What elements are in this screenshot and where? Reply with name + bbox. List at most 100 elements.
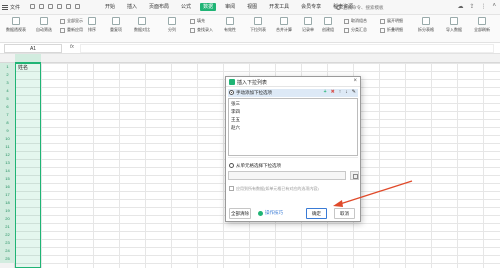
tab-formulas[interactable]: 公式 (178, 3, 194, 11)
row-number[interactable]: 8 (0, 119, 15, 127)
redo-icon[interactable] (75, 4, 80, 9)
cloud-icon[interactable]: ☁ (457, 3, 463, 10)
delete-item-icon[interactable]: ✖ (331, 90, 335, 95)
row-number[interactable]: 14 (0, 167, 15, 175)
ok-button[interactable]: 确定 (306, 208, 327, 219)
tab-developer[interactable]: 开发工具 (266, 3, 292, 11)
row-number[interactable]: 12 (0, 151, 15, 159)
row-number[interactable]: 23 (0, 239, 15, 247)
row-number[interactable]: 18 (0, 199, 15, 207)
formula-input[interactable] (80, 44, 494, 53)
duplicates-button[interactable]: 重复项 (110, 17, 122, 33)
row-number[interactable]: 21 (0, 223, 15, 231)
file-menu[interactable]: 文件 (2, 3, 20, 12)
row-number[interactable]: 16 (0, 183, 15, 191)
list-item[interactable]: 赵六 (231, 125, 240, 131)
save-icon[interactable] (30, 4, 35, 9)
row-number[interactable]: 9 (0, 127, 15, 135)
options-list[interactable]: 张三 李四 王五 赵六 (228, 98, 358, 156)
dropdown-list-button[interactable]: 下拉列表 (250, 17, 266, 33)
dialog-title-bar[interactable]: 插入下拉列表 × (226, 77, 360, 87)
row-number[interactable]: 11 (0, 143, 15, 151)
move-up-icon[interactable]: ↑ (339, 90, 342, 95)
row-number[interactable]: 25 (0, 255, 15, 263)
close-icon[interactable]: × (353, 78, 357, 84)
tab-home[interactable]: 开始 (102, 3, 118, 11)
record-form-button[interactable]: 记录单 (302, 17, 314, 33)
expand-icon (380, 18, 385, 24)
import-icon (450, 17, 458, 25)
expand-detail-button[interactable]: 展开明细 (380, 18, 403, 24)
share-icon[interactable]: ⇪ (469, 3, 474, 10)
data-compare-button[interactable]: 数据对比 (134, 17, 150, 33)
row-number[interactable]: 2 (0, 71, 15, 79)
pivot-table-button[interactable]: 数据透视表 (6, 17, 26, 33)
group-button[interactable]: 创建组 (322, 17, 334, 33)
row-number[interactable]: 6 (0, 103, 15, 111)
print-icon[interactable] (48, 4, 53, 9)
row-number[interactable]: 7 (0, 111, 15, 119)
row-number[interactable]: 19 (0, 207, 15, 215)
tab-view[interactable]: 视图 (244, 3, 260, 11)
consolidate-button[interactable]: 合并计算 (276, 17, 292, 33)
manual-option-radio[interactable] (229, 90, 234, 95)
open-icon[interactable] (39, 4, 44, 9)
row-number[interactable]: 5 (0, 95, 15, 103)
cell-option-radio[interactable] (229, 163, 234, 168)
move-down-icon[interactable]: ↓ (345, 90, 348, 95)
edit-item-icon[interactable]: ✎ (352, 90, 356, 95)
lookup-entry-button[interactable]: 查找录入 (190, 27, 213, 33)
quick-access-toolbar (30, 4, 80, 9)
list-item[interactable]: 王五 (231, 117, 240, 123)
split-table-button[interactable]: 拆分表格 (418, 17, 434, 33)
tips-link[interactable]: 操作技巧 (258, 210, 283, 216)
row-number[interactable]: 17 (0, 191, 15, 199)
more-icon[interactable]: ⋮ (480, 3, 486, 10)
subtotal-button[interactable]: 分类汇总 (344, 27, 367, 33)
collapse-detail-button[interactable]: 折叠明细 (380, 27, 403, 33)
row-number[interactable]: 13 (0, 159, 15, 167)
row-number[interactable]: 10 (0, 135, 15, 143)
cancel-button[interactable]: 取消 (334, 208, 355, 219)
collapse-ribbon-icon[interactable]: ˄ (492, 3, 496, 10)
fx-icon[interactable]: fx (70, 44, 74, 50)
row-number[interactable]: 15 (0, 175, 15, 183)
refresh-all-button[interactable]: 全部刷新 (474, 17, 490, 33)
tab-review[interactable]: 审阅 (222, 3, 238, 11)
cell-range-input[interactable] (228, 171, 346, 180)
auto-filter-button[interactable]: 自动筛选 (36, 17, 52, 33)
add-item-icon[interactable]: + (324, 90, 327, 95)
preview-icon[interactable] (57, 4, 62, 9)
command-search[interactable]: 查找命令、搜索模板 (336, 3, 396, 12)
range-select-icon[interactable] (350, 171, 359, 180)
undo-icon[interactable] (66, 4, 71, 9)
ungroup-button[interactable]: 取消组合 (344, 18, 367, 24)
name-box[interactable]: A1 (4, 44, 62, 53)
cell-a1[interactable]: 姓名 (18, 64, 28, 71)
row-number[interactable]: 3 (0, 79, 15, 87)
tab-data[interactable]: 数据 (200, 3, 217, 11)
tab-member[interactable]: 会员专享 (298, 3, 324, 11)
row-number[interactable]: 22 (0, 231, 15, 239)
show-all-button[interactable]: 全部显示 (60, 18, 83, 24)
column-a-selection[interactable] (15, 63, 41, 268)
text-to-columns-button[interactable]: 分列 (168, 17, 176, 33)
cell-option-row[interactable]: 从单元格选择下拉选项 (228, 162, 358, 170)
list-item[interactable]: 李四 (231, 109, 240, 115)
manual-option-row[interactable]: 手动添加下拉选项 + ✖ ↑ ↓ ✎ (228, 89, 358, 97)
reapply-button[interactable]: 重新应用 (60, 27, 83, 33)
column-a-header[interactable] (15, 54, 41, 63)
clear-all-button[interactable]: 全部清除 (229, 208, 251, 219)
fill-button[interactable]: 填充 (190, 18, 205, 24)
validation-button[interactable]: 有效性 (224, 17, 236, 33)
tab-insert[interactable]: 插入 (124, 3, 140, 11)
row-number[interactable]: 20 (0, 215, 15, 223)
row-number[interactable]: 24 (0, 247, 15, 255)
tab-page-layout[interactable]: 页面布局 (146, 3, 172, 11)
import-data-button[interactable]: 导入数据 (446, 17, 462, 33)
row-number[interactable]: 1 (0, 63, 15, 71)
row-number[interactable]: 4 (0, 87, 15, 95)
sort-button[interactable]: 排序 (88, 17, 96, 33)
apply-all-checkbox[interactable] (229, 186, 234, 191)
list-item[interactable]: 张三 (231, 101, 240, 107)
